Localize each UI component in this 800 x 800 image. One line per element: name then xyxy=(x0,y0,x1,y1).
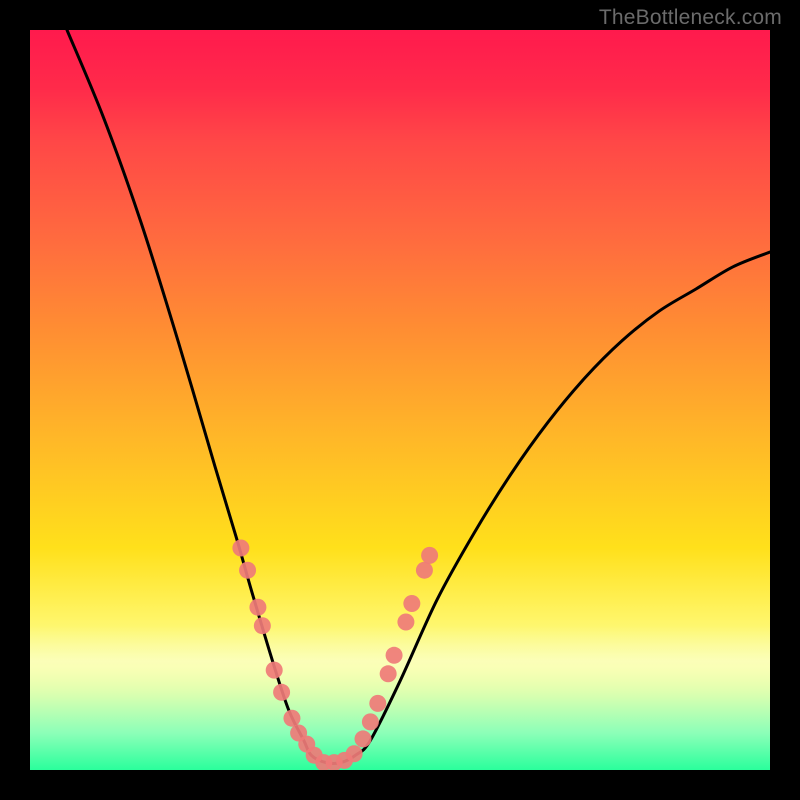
data-marker xyxy=(362,713,379,730)
data-marker xyxy=(403,595,420,612)
data-marker xyxy=(232,540,249,557)
data-marker xyxy=(397,614,414,631)
data-marker xyxy=(380,665,397,682)
data-marker xyxy=(421,547,438,564)
data-marker xyxy=(416,562,433,579)
plot-area xyxy=(30,30,770,770)
data-marker xyxy=(386,647,403,664)
data-marker xyxy=(283,710,300,727)
data-marker xyxy=(266,662,283,679)
chart-frame: TheBottleneck.com xyxy=(0,0,800,800)
curve-svg xyxy=(30,30,770,770)
data-marker xyxy=(249,599,266,616)
data-marker xyxy=(355,730,372,747)
data-marker xyxy=(346,745,363,762)
bottleneck-curve-line xyxy=(67,30,770,764)
data-marker xyxy=(273,684,290,701)
data-marker xyxy=(369,695,386,712)
curve-group xyxy=(67,30,770,764)
marker-group xyxy=(232,540,438,771)
data-marker xyxy=(239,562,256,579)
watermark-text: TheBottleneck.com xyxy=(599,6,782,30)
data-marker xyxy=(254,617,271,634)
